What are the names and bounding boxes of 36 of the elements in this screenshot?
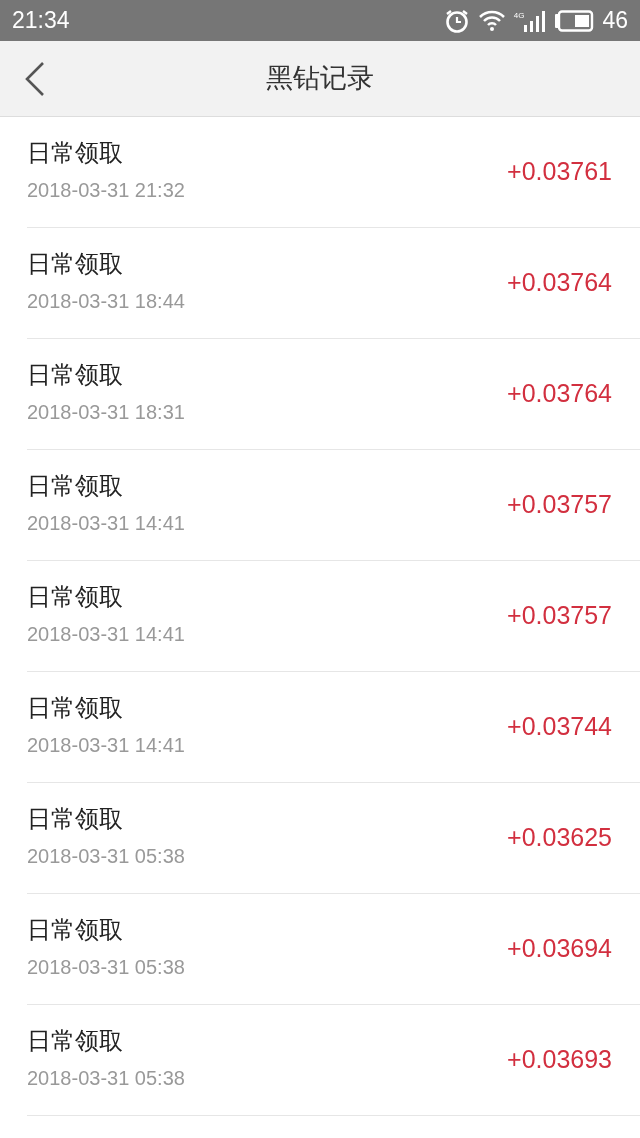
record-time: 2018-03-31 14:41 bbox=[27, 733, 185, 759]
record-time: 2018-03-31 21:32 bbox=[27, 178, 185, 204]
record-title: 日常领取 bbox=[27, 1026, 124, 1056]
record-time: 2018-03-31 05:38 bbox=[27, 1066, 185, 1092]
record-title: 日常领取 bbox=[27, 471, 124, 501]
record-title: 日常领取 bbox=[27, 582, 124, 612]
record-title: 日常领取 bbox=[27, 693, 124, 723]
back-icon[interactable] bbox=[24, 61, 46, 97]
record-amount: +0.03694 bbox=[507, 933, 612, 965]
record-amount: +0.03764 bbox=[507, 378, 612, 410]
page-title: 黑钻记录 bbox=[266, 61, 374, 96]
record-time: 2018-03-31 18:44 bbox=[27, 289, 185, 315]
record-amount: +0.03764 bbox=[507, 267, 612, 299]
record-title: 日常领取 bbox=[27, 138, 124, 168]
record-title: 日常领取 bbox=[27, 360, 124, 390]
record-amount: +0.03757 bbox=[507, 489, 612, 521]
clock-text: 21:34 bbox=[12, 6, 70, 36]
record-amount: +0.03625 bbox=[507, 822, 612, 854]
battery-text: 46 bbox=[602, 6, 628, 36]
record-time: 2018-03-31 05:38 bbox=[27, 844, 185, 870]
record-time: 2018-03-31 05:38 bbox=[27, 955, 185, 981]
signal-icon bbox=[524, 9, 547, 32]
record-time: 2018-03-31 14:41 bbox=[27, 622, 185, 648]
record-amount: +0.03744 bbox=[507, 711, 612, 743]
battery-icon bbox=[554, 9, 595, 32]
record-title: 日常领取 bbox=[27, 915, 124, 945]
record-amount: +0.03757 bbox=[507, 600, 612, 632]
record-time: 2018-03-31 14:41 bbox=[27, 511, 185, 537]
alarm-icon bbox=[443, 7, 470, 34]
record-time: 2018-03-31 18:31 bbox=[27, 400, 185, 426]
record-amount: +0.03761 bbox=[507, 156, 612, 188]
wifi-icon bbox=[477, 8, 506, 33]
record-amount: +0.03693 bbox=[507, 1044, 612, 1076]
record-title: 日常领取 bbox=[27, 804, 124, 834]
record-title: 日常领取 bbox=[27, 249, 124, 279]
network-text: 4G bbox=[513, 9, 525, 22]
